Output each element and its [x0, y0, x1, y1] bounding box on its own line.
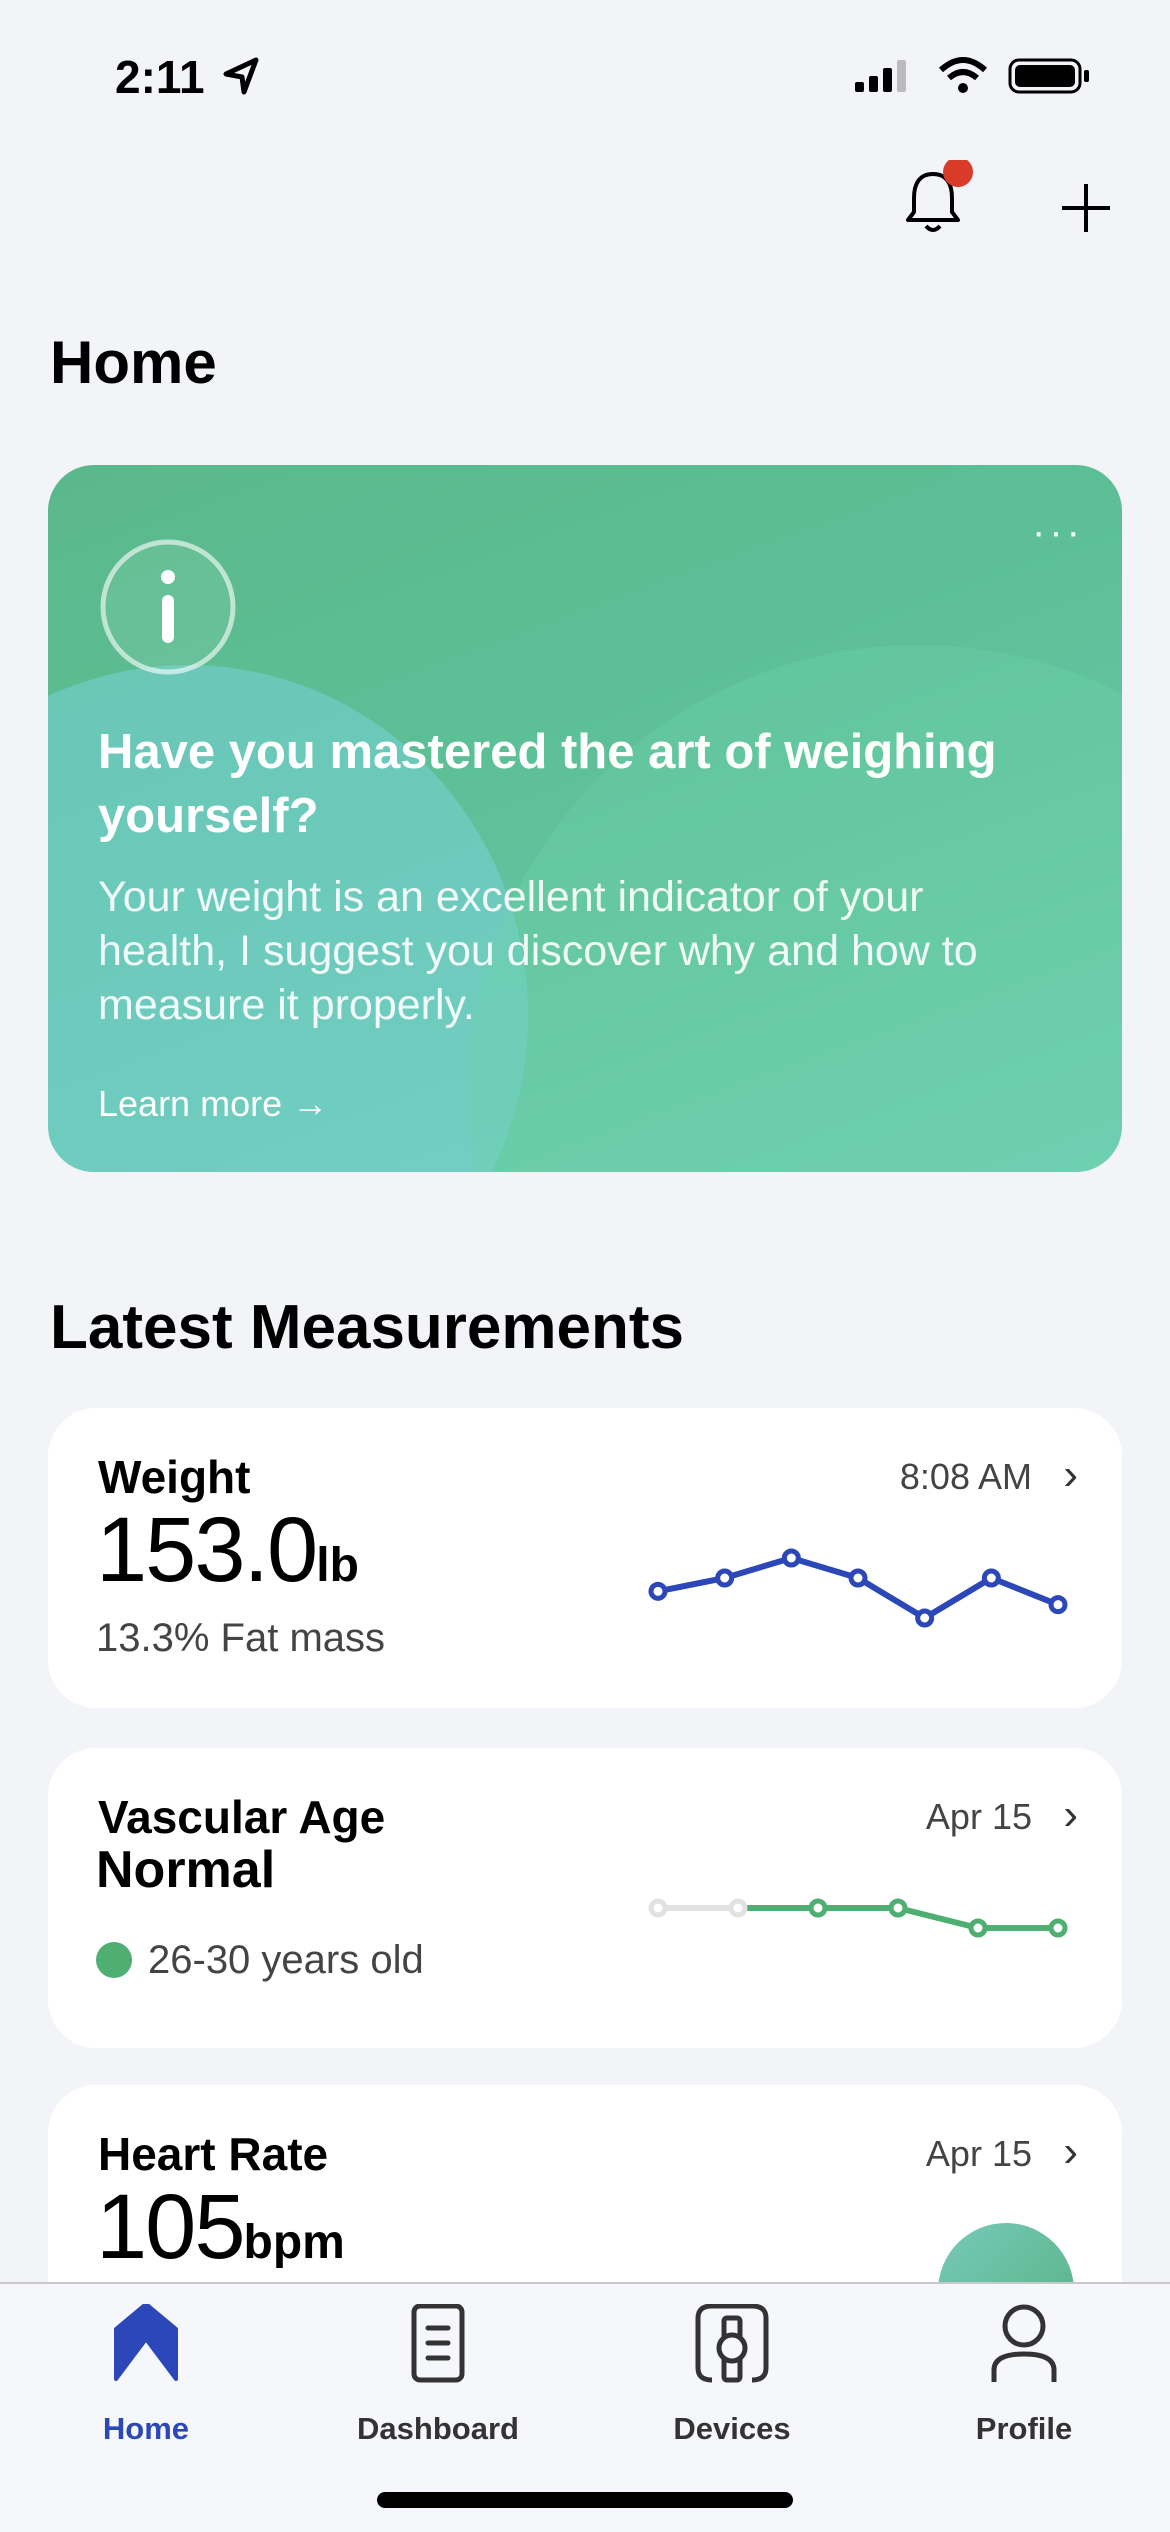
tab-devices[interactable]: Devices	[612, 2303, 852, 2446]
trend-segment	[657, 1575, 726, 1595]
dashboard-icon	[411, 2303, 465, 2383]
tab-bar: Home Dashboard Devices Profile	[0, 2282, 1170, 2532]
tab-label: Devices	[673, 2411, 791, 2446]
vascular-time: Apr 15	[925, 1796, 1032, 1837]
fat-mass: 13.3% Fat mass	[96, 1616, 386, 1660]
promo-body: Your weight is an excellent indicator of…	[98, 873, 978, 1029]
trend-segment	[923, 1575, 993, 1621]
heart-title: Heart Rate	[98, 2128, 329, 2180]
tab-label: Home	[102, 2411, 190, 2446]
location-arrow-icon	[223, 57, 259, 95]
weight-title: Weight	[98, 1451, 251, 1503]
trend-point	[648, 1898, 668, 1918]
promo-card[interactable]: ··· Have you mastered the art of weighin…	[48, 465, 1122, 1172]
trend-point	[715, 1568, 735, 1588]
tab-label: Profile	[975, 2411, 1073, 2446]
battery-icon	[1008, 58, 1089, 94]
tab-home[interactable]: Home	[26, 2302, 266, 2446]
notifications-button[interactable]	[896, 157, 976, 245]
tab-dashboard[interactable]: Dashboard	[318, 2303, 558, 2446]
page-title: Home	[50, 329, 217, 396]
info-icon	[100, 539, 236, 675]
status-time: 2:11	[115, 51, 205, 103]
vascular-age-card[interactable]: Vascular Age Apr 15 › Normal 26-30 years…	[48, 1748, 1122, 2048]
trend-point	[981, 1568, 1001, 1588]
trend-segment	[856, 1575, 927, 1621]
learn-more-link[interactable]: Learn more →	[98, 1083, 328, 1125]
bell-icon	[906, 157, 973, 232]
trend-point	[1048, 1595, 1068, 1615]
tab-label: Dashboard	[357, 2411, 519, 2446]
devices-icon	[695, 2303, 769, 2383]
section-title: Latest Measurements	[50, 1293, 685, 1362]
trend-point	[1048, 1918, 1068, 1938]
weight-trend-chart	[648, 1548, 1068, 1628]
vascular-title: Vascular Age	[98, 1791, 386, 1843]
trend-point	[848, 1568, 868, 1588]
trend-point	[968, 1918, 988, 1938]
trend-segment	[790, 1555, 859, 1581]
trend-segment	[990, 1575, 1060, 1608]
weight-value: 153.0	[96, 1499, 318, 1601]
heart-unit: bpm	[243, 2216, 345, 2269]
trend-segment	[897, 1905, 979, 1931]
wifi-icon	[938, 57, 988, 93]
status-dot	[96, 1942, 132, 1978]
weight-time: 8:08 AM	[899, 1456, 1032, 1497]
chevron-right-icon: ›	[1063, 2127, 1078, 2176]
signal-icon	[855, 60, 906, 92]
weight-card[interactable]: Weight 8:08 AM › 153.0lb 13.3% Fat mass	[48, 1408, 1122, 1708]
trend-point	[781, 1548, 801, 1568]
chevron-right-icon: ›	[1063, 1790, 1078, 1839]
trend-point	[728, 1898, 748, 1918]
more-options-button[interactable]: ···	[1032, 510, 1084, 555]
vascular-detail: 26-30 years old	[148, 1938, 424, 1982]
trend-point	[648, 1581, 668, 1601]
home-indicator	[377, 2492, 793, 2508]
profile-icon	[991, 2304, 1057, 2382]
vascular-value: Normal	[96, 1841, 276, 1899]
heart-value: 105	[96, 2176, 245, 2278]
heart-time: Apr 15	[925, 2133, 1032, 2174]
trend-point	[888, 1898, 908, 1918]
home-icon	[114, 2302, 178, 2381]
add-button[interactable]	[1058, 180, 1114, 236]
promo-title: Have you mastered the art of weighing yo…	[98, 725, 997, 843]
trend-point	[915, 1608, 935, 1628]
tab-profile[interactable]: Profile	[904, 2304, 1144, 2446]
trend-point	[808, 1898, 828, 1918]
weight-unit: lb	[316, 1539, 359, 1592]
chevron-right-icon: ›	[1063, 1450, 1078, 1499]
trend-segment	[723, 1555, 793, 1581]
vascular-trend-chart	[648, 1898, 1068, 1938]
